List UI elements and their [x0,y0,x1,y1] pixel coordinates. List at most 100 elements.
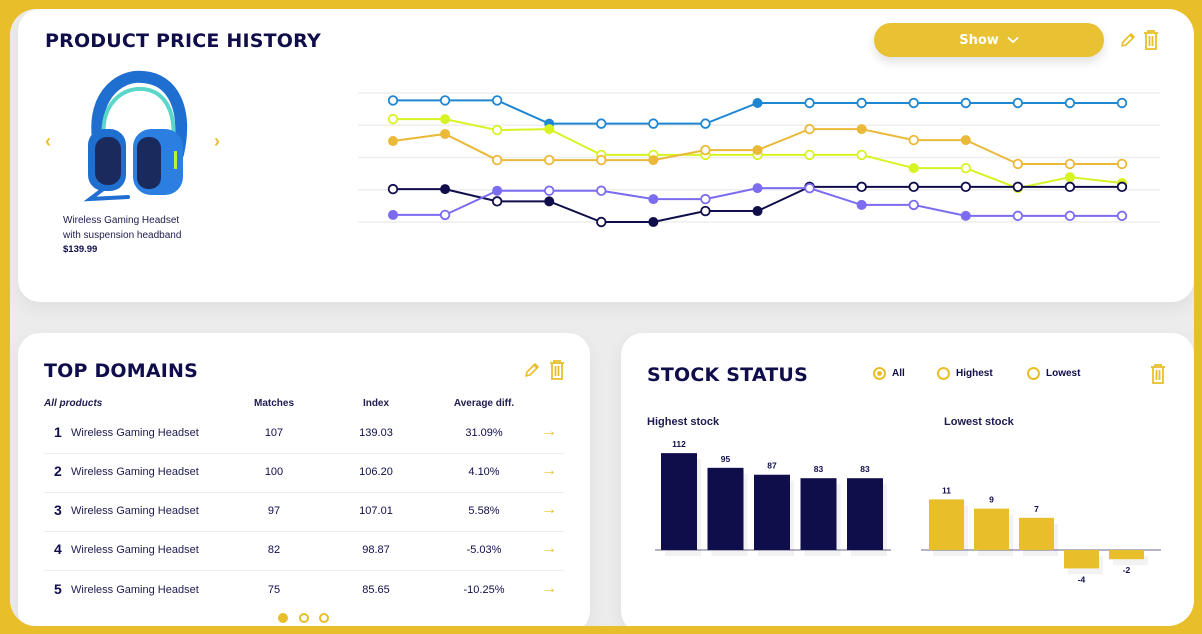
bar[interactable] [1109,550,1144,560]
bar[interactable] [1064,550,1099,569]
series-blue-point[interactable] [1116,97,1128,109]
series-lime-point[interactable] [440,114,451,125]
bar[interactable] [1019,517,1054,550]
series-lime-point[interactable] [1064,172,1075,183]
row-product-name: Wireless Gaming Headset [71,505,199,517]
row-average-diff: -10.25% [463,584,505,596]
series-lime-point[interactable] [908,163,919,174]
series-purple-point[interactable] [648,194,659,205]
pagination-dot-1[interactable] [278,613,288,623]
series-lime-point[interactable] [960,162,971,174]
series-blue-point[interactable] [1064,97,1076,109]
arrow-right-icon[interactable]: → [541,501,557,519]
series-purple-point[interactable] [1116,210,1128,222]
table-row[interactable]: 2 Wireless Gaming Headset 100 106.20 4.10% → [44,454,564,493]
series-purple-point[interactable] [804,182,815,194]
table-row[interactable]: 1 Wireless Gaming Headset 107 139.03 31.09% → [44,415,564,454]
series-orange-point[interactable] [1064,158,1076,170]
series-purple-point[interactable] [388,209,398,220]
series-blue-point[interactable] [439,95,451,106]
arrow-right-icon[interactable]: → [541,462,557,480]
series-blue-point[interactable] [596,118,607,129]
series-navy-point[interactable] [491,196,503,207]
series-orange-point[interactable] [1116,158,1128,170]
row-average-diff: -5.03% [466,544,502,556]
table-row[interactable]: 3 Wireless Gaming Headset 97 107.01 5.58% → [44,493,564,532]
series-blue-point[interactable] [648,118,659,129]
row-rank: 1 [54,424,62,440]
series-purple-point[interactable] [752,183,763,194]
series-orange-point[interactable] [1012,158,1024,170]
series-navy-point[interactable] [387,183,399,195]
series-blue-point[interactable] [804,97,815,109]
series-orange-point[interactable] [856,124,867,135]
series-purple-point[interactable] [439,209,451,221]
series-purple-point[interactable] [1012,210,1024,222]
series-navy-point[interactable] [752,206,763,217]
series-lime-point[interactable] [856,149,867,161]
series-blue-point[interactable] [491,95,503,106]
series-blue-point[interactable] [856,97,867,109]
series-navy-point[interactable] [1116,181,1128,193]
row-matches: 100 [264,466,284,478]
series-orange-point[interactable] [491,154,503,166]
arrow-right-icon[interactable]: → [541,580,557,598]
series-orange-point[interactable] [648,155,659,166]
series-orange-point[interactable] [804,123,815,135]
top-domains-card: TOP DOMAINS All products Matches Index A… [18,333,590,626]
trash-icon[interactable] [549,360,565,380]
series-navy-point[interactable] [440,184,451,195]
series-navy-point[interactable] [960,181,971,193]
series-navy-point[interactable] [648,217,659,227]
series-navy-point[interactable] [596,216,607,228]
bar[interactable] [974,508,1009,550]
series-orange-point[interactable] [700,144,711,156]
series-navy-point[interactable] [544,196,555,207]
series-navy-point[interactable] [908,181,919,193]
series-orange-point[interactable] [908,134,919,146]
arrow-right-icon[interactable]: → [541,540,557,558]
column-header-matches: Matches [253,398,294,409]
table-row[interactable]: 4 Wireless Gaming Headset 82 98.87 -5.03% → [44,532,564,571]
series-purple-point[interactable] [908,199,919,211]
series-navy-point[interactable] [1064,181,1076,193]
series-orange-point[interactable] [544,154,555,166]
row-matches: 97 [267,505,281,517]
series-lime-point[interactable] [804,149,815,161]
row-average-diff: 5.58% [468,505,500,517]
series-lime-point[interactable] [491,124,503,136]
series-lime-point[interactable] [544,124,555,135]
series-orange-point[interactable] [752,145,763,156]
series-orange-point[interactable] [440,128,451,139]
series-lime-point[interactable] [387,113,399,125]
series-navy-point[interactable] [1012,181,1024,193]
series-purple-point[interactable] [492,185,503,196]
series-purple-point[interactable] [960,210,971,221]
row-index: 85.65 [362,584,390,596]
arrow-right-icon[interactable]: → [541,423,557,441]
pagination-dot-3[interactable] [319,613,329,623]
series-purple-point[interactable] [1064,210,1076,222]
series-purple-point[interactable] [700,193,711,205]
series-blue-point[interactable] [700,118,711,129]
series-purple-point[interactable] [544,185,555,196]
series-purple-point[interactable] [856,199,867,210]
table-row[interactable]: 5 Wireless Gaming Headset 75 85.65 -10.25% → [44,572,564,611]
series-navy-point[interactable] [700,205,711,217]
pencil-icon[interactable] [523,361,541,379]
row-index: 106.20 [359,466,393,478]
bar[interactable] [929,499,964,550]
series-blue-point[interactable] [960,97,971,109]
series-orange-point[interactable] [960,135,971,146]
series-blue-point[interactable] [752,97,763,108]
series-purple-point[interactable] [596,185,607,196]
series-blue-point[interactable] [1012,97,1024,109]
series-navy-point[interactable] [856,181,867,193]
bar-value-label: 11 [942,485,951,495]
row-divider [44,570,564,571]
series-orange-point[interactable] [596,154,607,166]
series-blue-point[interactable] [908,97,919,109]
series-orange-point[interactable] [388,136,398,147]
pagination-dot-2[interactable] [299,613,309,623]
series-blue-point[interactable] [387,95,399,106]
